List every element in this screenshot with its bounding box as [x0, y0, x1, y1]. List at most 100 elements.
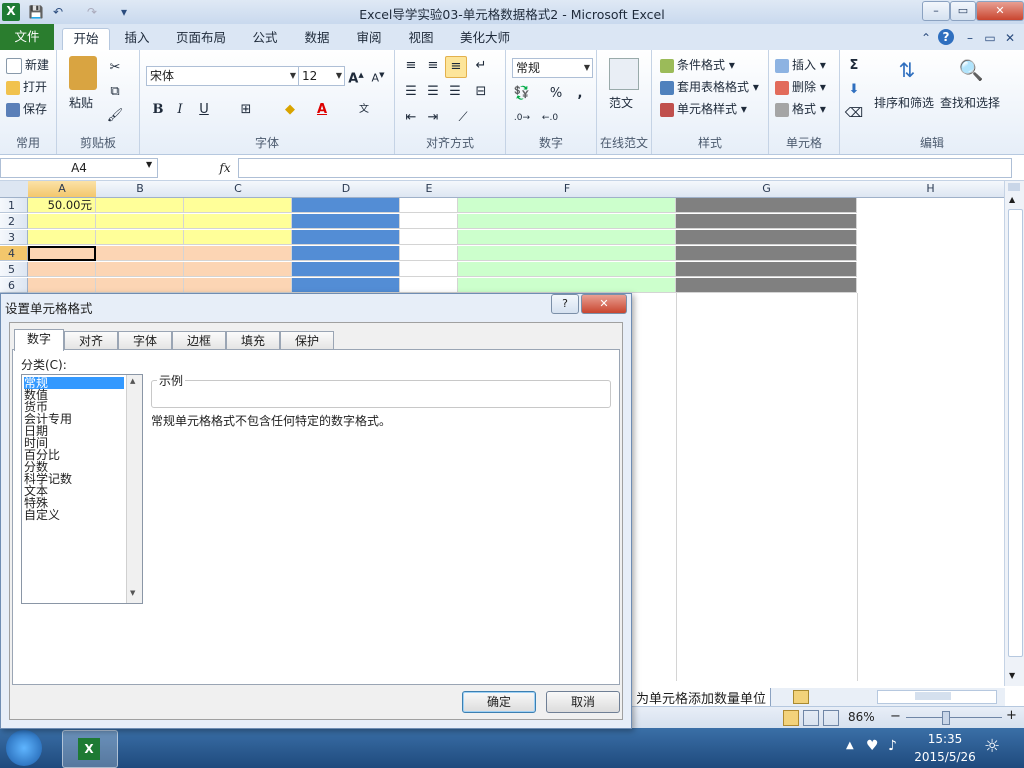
- cell[interactable]: [184, 214, 292, 229]
- align-center-icon[interactable]: ☰: [423, 82, 443, 102]
- find-select-button[interactable]: 查找和选择: [940, 94, 1000, 111]
- row-header[interactable]: 6: [0, 278, 28, 293]
- cell-a4-active[interactable]: [28, 246, 96, 261]
- cell[interactable]: [184, 262, 292, 277]
- font-color-icon[interactable]: A: [312, 100, 332, 120]
- tab-number[interactable]: 数字: [14, 329, 64, 351]
- tray-expand-icon[interactable]: ▲: [846, 740, 854, 751]
- font-name-select[interactable]: 宋体 ▼: [146, 66, 299, 86]
- column-header[interactable]: A: [28, 181, 97, 198]
- split-box[interactable]: [1008, 183, 1020, 191]
- cell[interactable]: [96, 214, 184, 229]
- cell[interactable]: [184, 246, 292, 261]
- currency-icon[interactable]: 💱: [512, 84, 532, 104]
- ok-button[interactable]: 确定: [462, 691, 536, 713]
- format-painter-icon[interactable]: 🖌: [105, 106, 125, 126]
- cell[interactable]: [96, 230, 184, 245]
- zoom-slider-track[interactable]: [906, 717, 1002, 718]
- select-all-corner[interactable]: [0, 181, 29, 198]
- cell[interactable]: [292, 214, 400, 229]
- tab-font[interactable]: 字体: [118, 331, 172, 350]
- tab-beautify[interactable]: 美化大师: [454, 28, 516, 50]
- align-bottom-icon[interactable]: ≡: [445, 56, 467, 78]
- increase-indent-icon[interactable]: ⇥: [423, 108, 443, 128]
- row-header[interactable]: 5: [0, 262, 28, 277]
- tab-review[interactable]: 审阅: [350, 28, 388, 50]
- cell[interactable]: [676, 262, 857, 277]
- cell[interactable]: [28, 214, 96, 229]
- dialog-help-button[interactable]: ?: [551, 294, 579, 314]
- number-format-select[interactable]: 常规 ▼: [512, 58, 593, 78]
- scroll-thumb[interactable]: [1008, 209, 1023, 657]
- tab-insert[interactable]: 插入: [118, 28, 156, 50]
- autosum-button[interactable]: Σ: [844, 56, 864, 76]
- workbook-minimize-icon[interactable]: –: [962, 30, 978, 46]
- decrease-indent-icon[interactable]: ⇤: [401, 108, 421, 128]
- fill-down-icon[interactable]: ⬇: [844, 80, 864, 100]
- row-header[interactable]: 1: [0, 198, 28, 213]
- cell-styles-button[interactable]: 单元格样式 ▾: [660, 100, 747, 117]
- cell[interactable]: [458, 198, 676, 213]
- tab-formulas[interactable]: 公式: [246, 28, 284, 50]
- copy-icon[interactable]: ⧉: [105, 82, 125, 102]
- tab-view[interactable]: 视图: [402, 28, 440, 50]
- weather-icon[interactable]: ☼: [984, 736, 1000, 757]
- underline-button[interactable]: U: [194, 100, 214, 120]
- paste-button[interactable]: 粘贴: [69, 94, 93, 111]
- zoom-out-button[interactable]: −: [890, 709, 901, 724]
- column-header[interactable]: G: [676, 181, 858, 198]
- sample-doc-icon[interactable]: [609, 58, 639, 90]
- decrease-decimal-icon[interactable]: ←.0: [540, 108, 560, 128]
- cell[interactable]: [184, 198, 292, 213]
- vertical-scrollbar[interactable]: ▲ ▼: [1004, 181, 1024, 686]
- tab-page-layout[interactable]: 页面布局: [170, 28, 232, 50]
- tab-alignment[interactable]: 对齐: [64, 331, 118, 350]
- wrap-text-icon[interactable]: ↵: [471, 56, 491, 76]
- list-item[interactable]: 自定义: [24, 509, 60, 521]
- column-header[interactable]: B: [96, 181, 185, 198]
- formula-input[interactable]: [238, 158, 1012, 178]
- name-box[interactable]: A4: [0, 158, 158, 178]
- sort-filter-icon[interactable]: ⇅: [892, 58, 922, 88]
- row-header[interactable]: 2: [0, 214, 28, 229]
- cancel-button[interactable]: 取消: [546, 691, 620, 713]
- help-icon[interactable]: ?: [938, 29, 954, 45]
- cell[interactable]: [28, 262, 96, 277]
- zoom-in-button[interactable]: +: [1006, 708, 1017, 723]
- row-header[interactable]: 3: [0, 230, 28, 245]
- category-list[interactable]: 常规 数值 货币 会计专用 日期 时间 百分比 分数 科学记数 文本 特殊 自定…: [21, 374, 143, 604]
- binoculars-icon[interactable]: 🔍: [956, 58, 986, 88]
- column-header[interactable]: E: [400, 181, 459, 198]
- cell[interactable]: [458, 214, 676, 229]
- scroll-up-icon[interactable]: ▲: [1009, 195, 1015, 204]
- page-layout-view-icon[interactable]: [803, 710, 819, 726]
- scroll-up-icon[interactable]: ▲: [130, 377, 135, 385]
- format-cells-button[interactable]: 格式 ▾: [775, 100, 826, 117]
- column-header[interactable]: D: [292, 181, 401, 198]
- format-as-table-button[interactable]: 套用表格格式 ▾: [660, 78, 759, 95]
- phonetic-icon[interactable]: 文: [354, 100, 374, 120]
- cell[interactable]: [458, 278, 676, 293]
- volume-icon[interactable]: ♪: [888, 738, 897, 754]
- cell[interactable]: [96, 246, 184, 261]
- restore-button[interactable]: ▭: [950, 1, 976, 21]
- cell[interactable]: [400, 230, 458, 245]
- column-header[interactable]: H: [857, 181, 1004, 198]
- cell[interactable]: [676, 214, 857, 229]
- cell[interactable]: [292, 278, 400, 293]
- cell[interactable]: [400, 246, 458, 261]
- horizontal-scroll-thumb[interactable]: [915, 692, 951, 700]
- paste-icon[interactable]: [69, 56, 97, 90]
- orientation-icon[interactable]: ⟋: [453, 108, 473, 128]
- delete-cells-button[interactable]: 删除 ▾: [775, 78, 826, 95]
- merge-center-icon[interactable]: ⊟: [471, 82, 491, 102]
- fill-color-icon[interactable]: ◆: [280, 100, 300, 120]
- chevron-down-icon[interactable]: ▼: [146, 160, 152, 169]
- page-break-view-icon[interactable]: [823, 710, 839, 726]
- cell[interactable]: [292, 262, 400, 277]
- cell[interactable]: [458, 230, 676, 245]
- cut-icon[interactable]: ✂: [105, 58, 125, 78]
- sort-filter-button[interactable]: 排序和筛选: [874, 94, 934, 111]
- column-header[interactable]: C: [184, 181, 293, 198]
- cell[interactable]: [676, 230, 857, 245]
